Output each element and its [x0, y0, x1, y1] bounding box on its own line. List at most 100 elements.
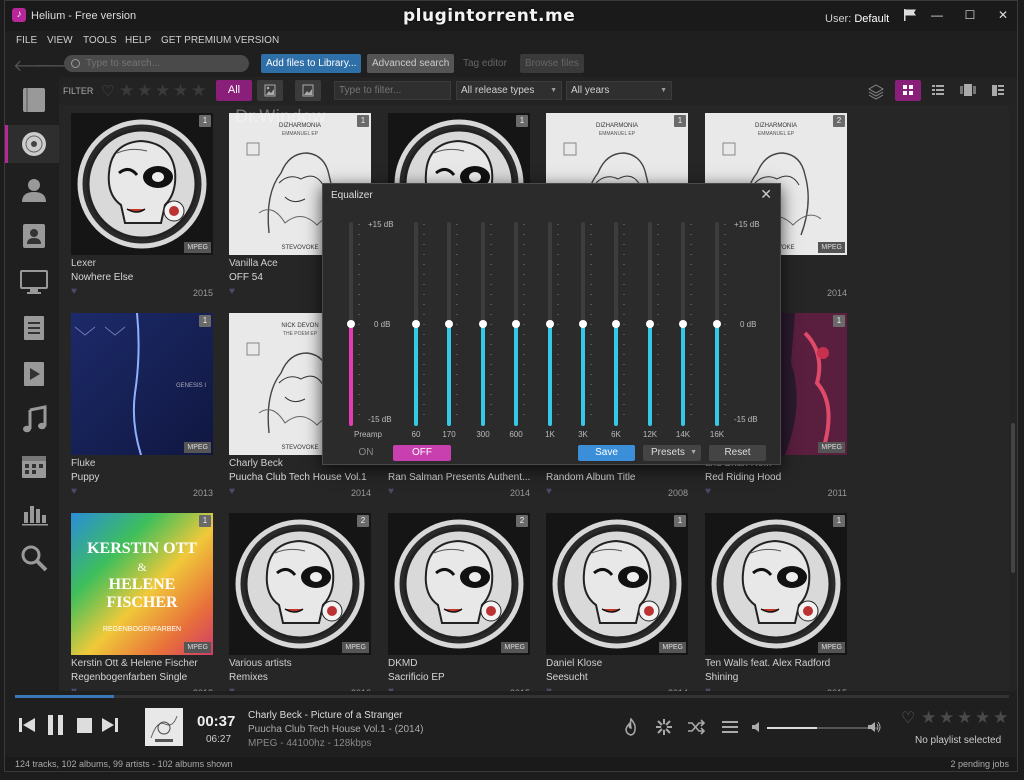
filter-image-button[interactable] — [257, 80, 283, 101]
eq-band-slider[interactable] — [579, 222, 587, 426]
sidebar-item-computer[interactable] — [13, 263, 53, 301]
slider-knob[interactable] — [579, 320, 587, 328]
album-cover[interactable]: 2 MPEG — [388, 513, 530, 655]
coverflow-view-button[interactable] — [955, 80, 981, 101]
stop-icon[interactable] — [75, 715, 95, 735]
album-title[interactable]: Ran Salman Presents Authent... — [388, 472, 530, 483]
rating-star-5[interactable]: ★ — [191, 81, 206, 101]
eq-band-slider[interactable] — [479, 222, 487, 426]
close-window-button[interactable]: ✕ — [993, 7, 1013, 23]
album-title[interactable]: Sacrificio EP — [388, 672, 530, 683]
track-rating-star-3[interactable]: ★ — [957, 708, 972, 728]
album-cover[interactable]: 2 MPEG — [229, 513, 371, 655]
years-select[interactable]: All years ▼ — [566, 81, 672, 100]
menu-help[interactable]: HELP — [125, 35, 151, 46]
album-title[interactable]: Red Riding Hood — [705, 472, 847, 483]
album-artist[interactable]: DKMD — [388, 658, 530, 669]
sidebar-item-library[interactable] — [13, 81, 53, 119]
detail-view-button[interactable] — [985, 80, 1011, 101]
album-card[interactable]: 1MPEGDaniel KloseSeesucht♥2014 — [546, 513, 688, 691]
track-album[interactable]: Puucha Club Tech House Vol.1 - (2014) — [248, 724, 423, 735]
eq-off-button[interactable]: OFF — [393, 445, 451, 461]
minimize-button[interactable]: — — [927, 7, 947, 23]
album-cover[interactable]: 1 MPEG — [71, 113, 213, 255]
favorite-heart-icon[interactable]: ♥ — [229, 286, 235, 297]
favorite-heart-icon[interactable]: ♥ — [229, 486, 235, 497]
tag-editor-button[interactable]: Tag editor — [458, 54, 512, 73]
album-cover[interactable]: 1 MPEG — [705, 513, 847, 655]
album-artist[interactable]: Lexer — [71, 258, 213, 269]
now-playing-artwork[interactable] — [145, 708, 183, 746]
user-indicator[interactable]: User: Default — [825, 13, 889, 25]
pause-icon[interactable] — [45, 713, 67, 737]
slider-knob[interactable] — [679, 320, 687, 328]
album-title[interactable]: Puucha Club Tech House Vol.1 — [229, 472, 371, 483]
sidebar-item-albums[interactable] — [5, 125, 59, 163]
vertical-scrollbar[interactable] — [1009, 105, 1017, 691]
track-rating-star-5[interactable]: ★ — [993, 708, 1008, 728]
add-files-button[interactable]: Add files to Library... — [261, 54, 362, 73]
album-card[interactable]: GENESIS I 1 MPEG Fluke Puppy ♥ 2013 — [71, 313, 213, 503]
album-artist[interactable]: Daniel Klose — [546, 658, 688, 669]
album-title[interactable]: Remixes — [229, 672, 371, 683]
grid-view-button[interactable] — [895, 80, 921, 101]
previous-track-icon[interactable] — [17, 715, 37, 735]
sidebar-item-contacts[interactable] — [13, 217, 53, 255]
menu-get-premium[interactable]: GET PREMIUM VERSION — [161, 35, 279, 46]
favorite-heart-icon[interactable]: ♥ — [546, 486, 552, 497]
eq-band-slider[interactable] — [445, 222, 453, 426]
next-track-icon[interactable] — [100, 715, 120, 735]
flame-icon[interactable] — [622, 718, 640, 736]
sidebar-item-search[interactable] — [13, 539, 53, 577]
release-type-select[interactable]: All release types ▼ — [456, 81, 562, 100]
album-artist[interactable]: Ten Walls feat. Alex Radford — [705, 658, 847, 669]
album-artist[interactable]: Various artists — [229, 658, 371, 669]
track-rating-star-4[interactable]: ★ — [975, 708, 990, 728]
eq-band-slider[interactable] — [679, 222, 687, 426]
volume-high-icon[interactable] — [867, 720, 881, 734]
eq-reset-button[interactable]: Reset — [709, 445, 766, 461]
rating-star-1[interactable]: ★ — [119, 81, 134, 101]
eq-presets-button[interactable]: Presets ▼ — [643, 445, 701, 461]
favorite-heart-icon[interactable]: ♥ — [705, 486, 711, 497]
album-cover[interactable]: GENESIS I 1 MPEG — [71, 313, 213, 455]
eq-save-button[interactable]: Save — [578, 445, 635, 461]
album-title[interactable]: Puppy — [71, 472, 213, 483]
album-card[interactable]: KERSTIN OTT & HELENE FISCHER REGENBOGENFARBE… — [71, 513, 213, 691]
favorite-heart-icon[interactable]: ♥ — [388, 486, 394, 497]
eq-band-slider[interactable] — [546, 222, 554, 426]
layers-icon[interactable] — [867, 83, 885, 101]
album-card[interactable]: 2MPEGVarious artistsRemixes♥2016 — [229, 513, 371, 691]
rating-star-2[interactable]: ★ — [137, 81, 152, 101]
album-title[interactable]: Nowhere Else — [71, 272, 213, 283]
slider-knob[interactable] — [512, 320, 520, 328]
advanced-search-button[interactable]: Advanced search — [367, 54, 455, 73]
album-title[interactable]: Seesucht — [546, 672, 688, 683]
sidebar-item-statistics[interactable] — [13, 493, 53, 531]
album-card[interactable]: 2MPEGDKMDSacrificio EP♥2015 — [388, 513, 530, 691]
favorite-heart-icon[interactable]: ♥ — [71, 486, 77, 497]
track-rating-star-2[interactable]: ★ — [939, 708, 954, 728]
scrollbar-thumb[interactable] — [1011, 423, 1015, 573]
queue-list-icon[interactable] — [721, 718, 739, 736]
album-title[interactable]: Regenbogenfarben Single — [71, 672, 213, 683]
slider-knob[interactable] — [612, 320, 620, 328]
maximize-button[interactable]: ☐ — [960, 7, 980, 23]
volume-low-icon[interactable] — [751, 721, 763, 733]
album-title[interactable]: Random Album Title — [546, 472, 688, 483]
slider-knob[interactable] — [412, 320, 420, 328]
rating-star-4[interactable]: ★ — [173, 81, 188, 101]
album-cover[interactable]: 1 MPEG — [546, 513, 688, 655]
slider-knob[interactable] — [479, 320, 487, 328]
slider-knob[interactable] — [546, 320, 554, 328]
filter-all-button[interactable]: All — [216, 80, 252, 101]
browse-files-button[interactable]: Browse files — [520, 54, 584, 73]
filter-cover-button[interactable] — [295, 80, 321, 101]
album-card[interactable]: 1 MPEG Ten Walls feat. Alex Radford Shining… — [705, 513, 847, 691]
sidebar-item-music[interactable] — [13, 401, 53, 439]
sidebar-item-video[interactable] — [13, 355, 53, 393]
favorite-heart-icon[interactable]: ♥ — [71, 286, 77, 297]
rating-star-3[interactable]: ★ — [155, 81, 170, 101]
filter-input[interactable] — [334, 81, 451, 100]
favorite-heart-icon[interactable]: ♡ — [101, 82, 114, 100]
